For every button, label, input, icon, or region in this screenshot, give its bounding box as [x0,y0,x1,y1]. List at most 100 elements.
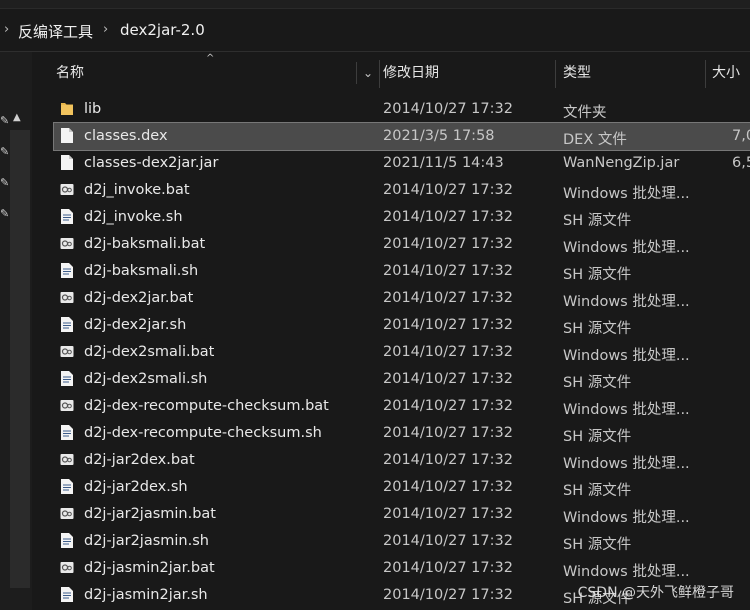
column-header-row: 名称 ^ ⌄ 修改日期 类型 大小 [36,53,750,88]
file-modified-date: 2014/10/27 17:32 [383,371,513,387]
script-file-icon [60,370,74,387]
file-row[interactable]: d2j-dex2jar.bat 2014/10/27 17:32 Windows 批… [54,285,750,312]
batch-file-icon [60,235,74,252]
file-type: Windows 批处理... [563,456,690,472]
column-header-date[interactable]: 修改日期 [383,58,439,88]
file-row[interactable]: d2j-dex2jar.sh 2014/10/27 17:32 SH 源文件 [54,312,750,339]
file-row[interactable]: d2j-dex2smali.bat 2014/10/27 17:32 Windows… [54,339,750,366]
file-type: Windows 批处理... [563,294,690,310]
file-name: d2j-dex-recompute-checksum.bat [84,398,329,414]
file-modified-date: 2014/10/27 17:32 [383,506,513,522]
file-name: d2j_invoke.bat [84,182,190,198]
batch-file-icon [60,343,74,360]
script-file-icon [60,208,74,225]
pin-icon: ✎ [0,176,10,189]
chevron-right-icon[interactable]: › [103,22,108,37]
file-type: Windows 批处理... [563,240,690,256]
file-row[interactable]: lib 2014/10/27 17:32 文件夹 [54,96,750,123]
breadcrumb-item-tools[interactable]: 反编译工具 [18,21,93,42]
script-file-icon [60,262,74,279]
file-name: d2j-dex2jar.sh [84,317,187,333]
file-name: d2j-jar2jasmin.sh [84,533,209,549]
file-row[interactable]: d2j-dex-recompute-checksum.sh 2014/10/27 … [54,420,750,447]
file-row[interactable]: d2j-baksmali.sh 2014/10/27 17:32 SH 源文件 [54,258,750,285]
script-file-icon [60,316,74,333]
file-modified-date: 2014/10/27 17:32 [383,209,513,225]
file-type: SH 源文件 [563,537,632,553]
column-header-type[interactable]: 类型 [563,58,591,88]
file-modified-date: 2014/10/27 17:32 [383,533,513,549]
navigation-pane: ▲ ✎ ✎ ✎ ✎ [0,52,32,610]
pin-icon: ✎ [0,145,10,158]
file-row[interactable]: d2j_invoke.bat 2014/10/27 17:32 Windows 批处… [54,177,750,204]
file-type: WanNengZip.jar [563,155,680,171]
file-name: d2j-jasmin2jar.bat [84,560,215,576]
file-icon [60,127,74,144]
window-top-strip [0,0,750,9]
column-header-size[interactable]: 大小 [712,58,740,88]
file-modified-date: 2014/10/27 17:32 [383,344,513,360]
file-row[interactable]: classes.dex 2021/3/5 17:58 DEX 文件 7,0 [53,122,750,151]
file-name: lib [84,101,102,117]
file-row[interactable]: d2j_invoke.sh 2014/10/27 17:32 SH 源文件 [54,204,750,231]
file-modified-date: 2014/10/27 17:32 [383,317,513,333]
chevron-right-icon[interactable]: › [4,22,9,37]
file-modified-date: 2014/10/27 17:32 [383,182,513,198]
file-row[interactable]: d2j-jar2jasmin.sh 2014/10/27 17:32 SH 源文件 [54,528,750,555]
file-row[interactable]: classes-dex2jar.jar 2021/11/5 14:43 WanNen… [54,150,750,177]
file-size: 6,5 [732,155,750,171]
scroll-up-arrow-icon[interactable]: ▲ [13,112,21,123]
file-name: d2j-jar2jasmin.bat [84,506,216,522]
column-divider[interactable] [555,60,556,88]
file-name: d2j-dex2smali.sh [84,371,208,387]
watermark: CSDN @天外飞鲜橙子哥 [577,585,734,601]
script-file-icon [60,586,74,603]
file-modified-date: 2014/10/27 17:32 [383,587,513,603]
file-type: Windows 批处理... [563,564,690,580]
batch-file-icon [60,451,74,468]
file-type: SH 源文件 [563,429,632,445]
file-row[interactable]: d2j-jar2dex.bat 2014/10/27 17:32 Windows 批… [54,447,750,474]
file-modified-date: 2014/10/27 17:32 [383,263,513,279]
file-row[interactable]: d2j-jasmin2jar.bat 2014/10/27 17:32 Window… [54,555,750,582]
file-row[interactable]: d2j-jar2jasmin.bat 2014/10/27 17:32 Window… [54,501,750,528]
file-name: d2j-jar2dex.sh [84,479,188,495]
batch-file-icon [60,559,74,576]
file-name: d2j-jar2dex.bat [84,452,195,468]
batch-file-icon [60,181,74,198]
file-type: Windows 批处理... [563,348,690,364]
file-modified-date: 2014/10/27 17:32 [383,479,513,495]
file-type: SH 源文件 [563,483,632,499]
script-file-icon [60,424,74,441]
script-file-icon [60,532,74,549]
file-modified-date: 2014/10/27 17:32 [383,290,513,306]
nav-scrollbar[interactable] [10,130,30,588]
file-row[interactable]: d2j-jar2dex.sh 2014/10/27 17:32 SH 源文件 [54,474,750,501]
file-modified-date: 2014/10/27 17:32 [383,101,513,117]
file-modified-date: 2021/11/5 14:43 [383,155,504,171]
column-divider[interactable] [705,60,706,88]
sort-ascending-icon: ^ [206,53,215,64]
file-name: d2j-dex-recompute-checksum.sh [84,425,322,441]
file-list-pane: 名称 ^ ⌄ 修改日期 类型 大小 lib 2014/10/27 17:32 文件夹… [32,52,750,610]
file-name: d2j-dex2smali.bat [84,344,215,360]
file-type: SH 源文件 [563,321,632,337]
file-row[interactable]: d2j-baksmali.bat 2014/10/27 17:32 Windows … [54,231,750,258]
column-filter-dropdown[interactable]: ⌄ [356,62,379,84]
file-name: d2j-dex2jar.bat [84,290,194,306]
file-list: lib 2014/10/27 17:32 文件夹 classes.dex 2021/3/… [53,96,750,609]
file-type: DEX 文件 [563,132,627,148]
file-name: d2j-baksmali.bat [84,236,206,252]
file-row[interactable]: d2j-dex2smali.sh 2014/10/27 17:32 SH 源文件 [54,366,750,393]
column-divider[interactable] [379,60,380,88]
file-row[interactable]: d2j-dex-recompute-checksum.bat 2014/10/27… [54,393,750,420]
column-header-name[interactable]: 名称 [56,58,84,88]
batch-file-icon [60,505,74,522]
breadcrumb-item-dex2jar[interactable]: dex2jar-2.0 [120,21,205,39]
batch-file-icon [60,289,74,306]
pin-icon: ✎ [0,114,10,127]
file-name: d2j-jasmin2jar.sh [84,587,208,603]
file-modified-date: 2014/10/27 17:32 [383,398,513,414]
address-bar[interactable]: › 反编译工具 › dex2jar-2.0 [0,9,750,52]
file-icon [60,154,74,171]
